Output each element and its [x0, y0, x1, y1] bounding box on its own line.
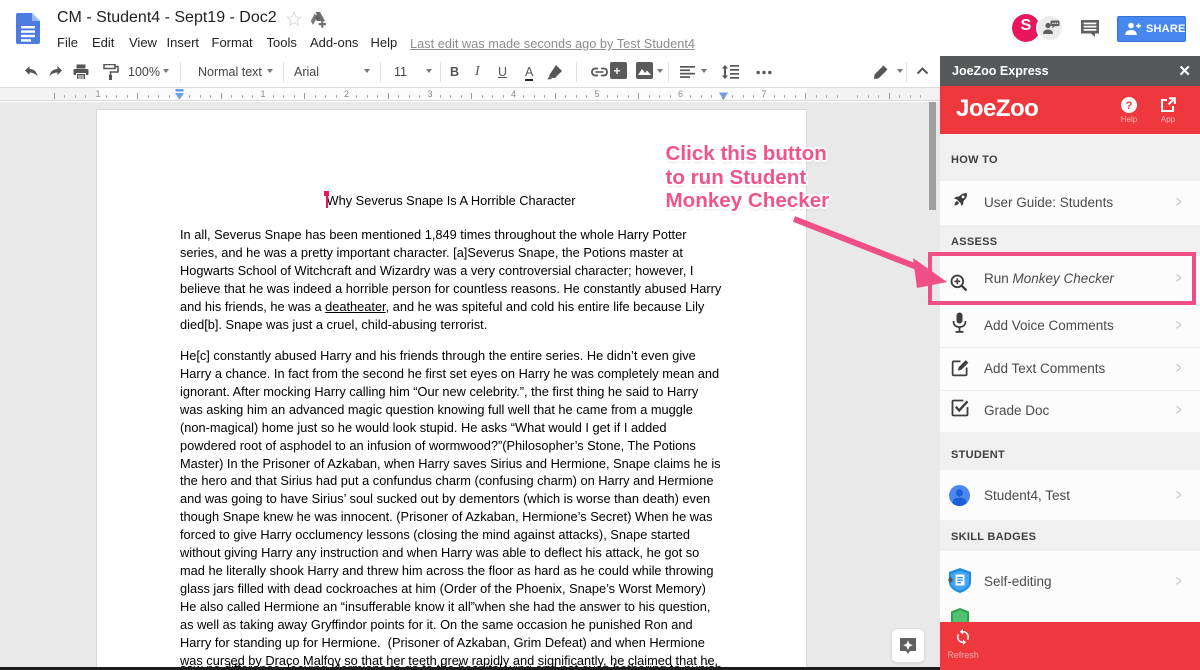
svg-text:?: ? [1126, 100, 1133, 112]
